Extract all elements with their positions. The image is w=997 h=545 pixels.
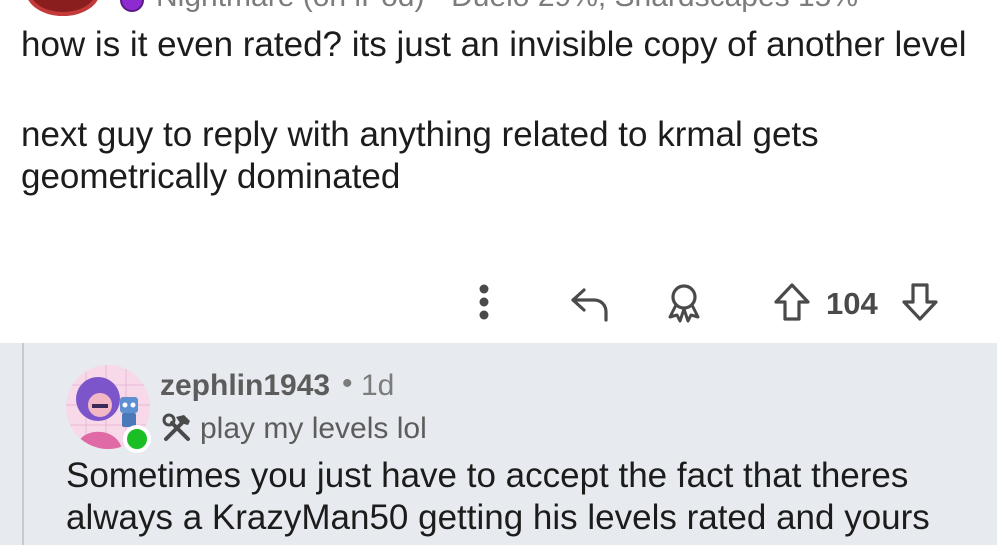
- upvote-button[interactable]: [768, 278, 816, 326]
- comment-paragraph: how is it even rated? its just an invisi…: [21, 25, 967, 64]
- parent-comment-header: Nightmare (on iPod) - Duelo 29%, Shardsc…: [0, 0, 997, 24]
- user-flair: play my levels lol: [200, 412, 427, 445]
- thread-line[interactable]: [22, 343, 24, 545]
- more-vertical-icon: [479, 284, 489, 320]
- award-button[interactable]: [660, 278, 708, 326]
- reply-arrow-icon: [571, 288, 608, 322]
- hammer-wrench-icon: [162, 413, 190, 441]
- more-options-button[interactable]: [466, 278, 502, 326]
- award-ribbon-icon: [668, 284, 700, 323]
- parent-comment-body: how is it even rated? its just an invisi…: [21, 24, 971, 198]
- parent-author-avatar[interactable]: [26, 0, 100, 16]
- downvote-arrow-icon: [902, 283, 938, 321]
- username-link[interactable]: zephlin1943: [160, 369, 330, 403]
- vote-score: 104: [826, 286, 878, 321]
- comment-age: 1d: [361, 369, 395, 402]
- parent-author-flair: Nightmare (on iPod) - Duelo 29%, Shardsc…: [156, 0, 858, 14]
- reply-body: Sometimes you just have to accept the fa…: [66, 456, 930, 537]
- meta-separator: •: [342, 367, 353, 400]
- reply-comment: zephlin1943 • 1d play my levels lol Some…: [0, 343, 997, 545]
- upvote-arrow-icon: [774, 283, 810, 321]
- online-status-indicator: [123, 425, 151, 453]
- difficulty-face-icon: [120, 0, 144, 12]
- reply-button[interactable]: [566, 278, 614, 326]
- comment-paragraph: next guy to reply with anything related …: [21, 115, 819, 196]
- downvote-button[interactable]: [896, 278, 944, 326]
